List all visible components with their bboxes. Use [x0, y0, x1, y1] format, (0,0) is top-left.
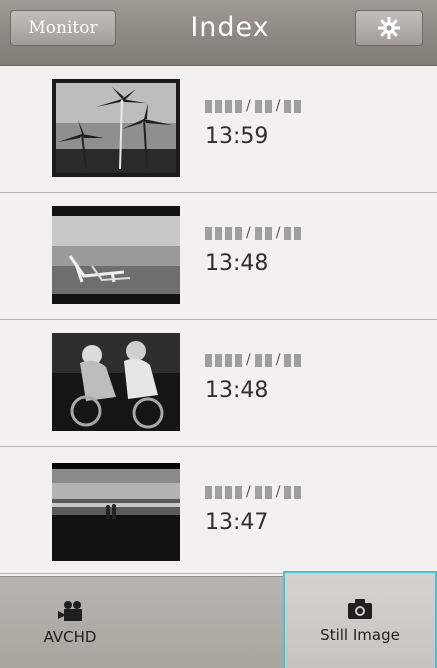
thumbnail-sunset-couple [52, 463, 180, 561]
time-label: 13:59 [205, 124, 269, 149]
time-label: 13:47 [205, 510, 269, 535]
camera-icon [348, 599, 372, 619]
thumbnail-beach-chairs [52, 206, 180, 304]
page-title: Index [190, 12, 270, 43]
list-item[interactable]: / / 13:47 [0, 447, 437, 574]
date-label: / / [205, 485, 302, 499]
image-list[interactable]: / / 13:59 / / 13:48 / / 13:48 / / 13:47 [0, 66, 437, 576]
thumbnail-palm-trees [52, 79, 180, 177]
date-label: / / [205, 226, 302, 240]
list-item[interactable]: / / 13:48 [0, 193, 437, 320]
settings-button[interactable] [355, 10, 423, 46]
monitor-button[interactable]: Monitor [10, 10, 116, 46]
list-item[interactable]: / / 13:48 [0, 320, 437, 447]
video-camera-icon [58, 601, 82, 621]
time-label: 13:48 [205, 378, 269, 403]
bottom-tab-bar: AVCHD Still Image [0, 571, 437, 668]
tab-still-image[interactable]: Still Image [283, 571, 437, 668]
tab-avchd-label: AVCHD [43, 628, 97, 646]
list-item[interactable]: / / 13:59 [0, 66, 437, 193]
tab-still-image-label: Still Image [320, 626, 400, 644]
header-bar: Monitor Index [0, 0, 437, 66]
time-label: 13:48 [205, 251, 269, 276]
tab-avchd[interactable]: AVCHD [0, 577, 140, 668]
date-label: / / [205, 99, 302, 113]
thumbnail-cyclists [52, 333, 180, 431]
date-label: / / [205, 353, 302, 367]
gear-icon [378, 17, 400, 39]
